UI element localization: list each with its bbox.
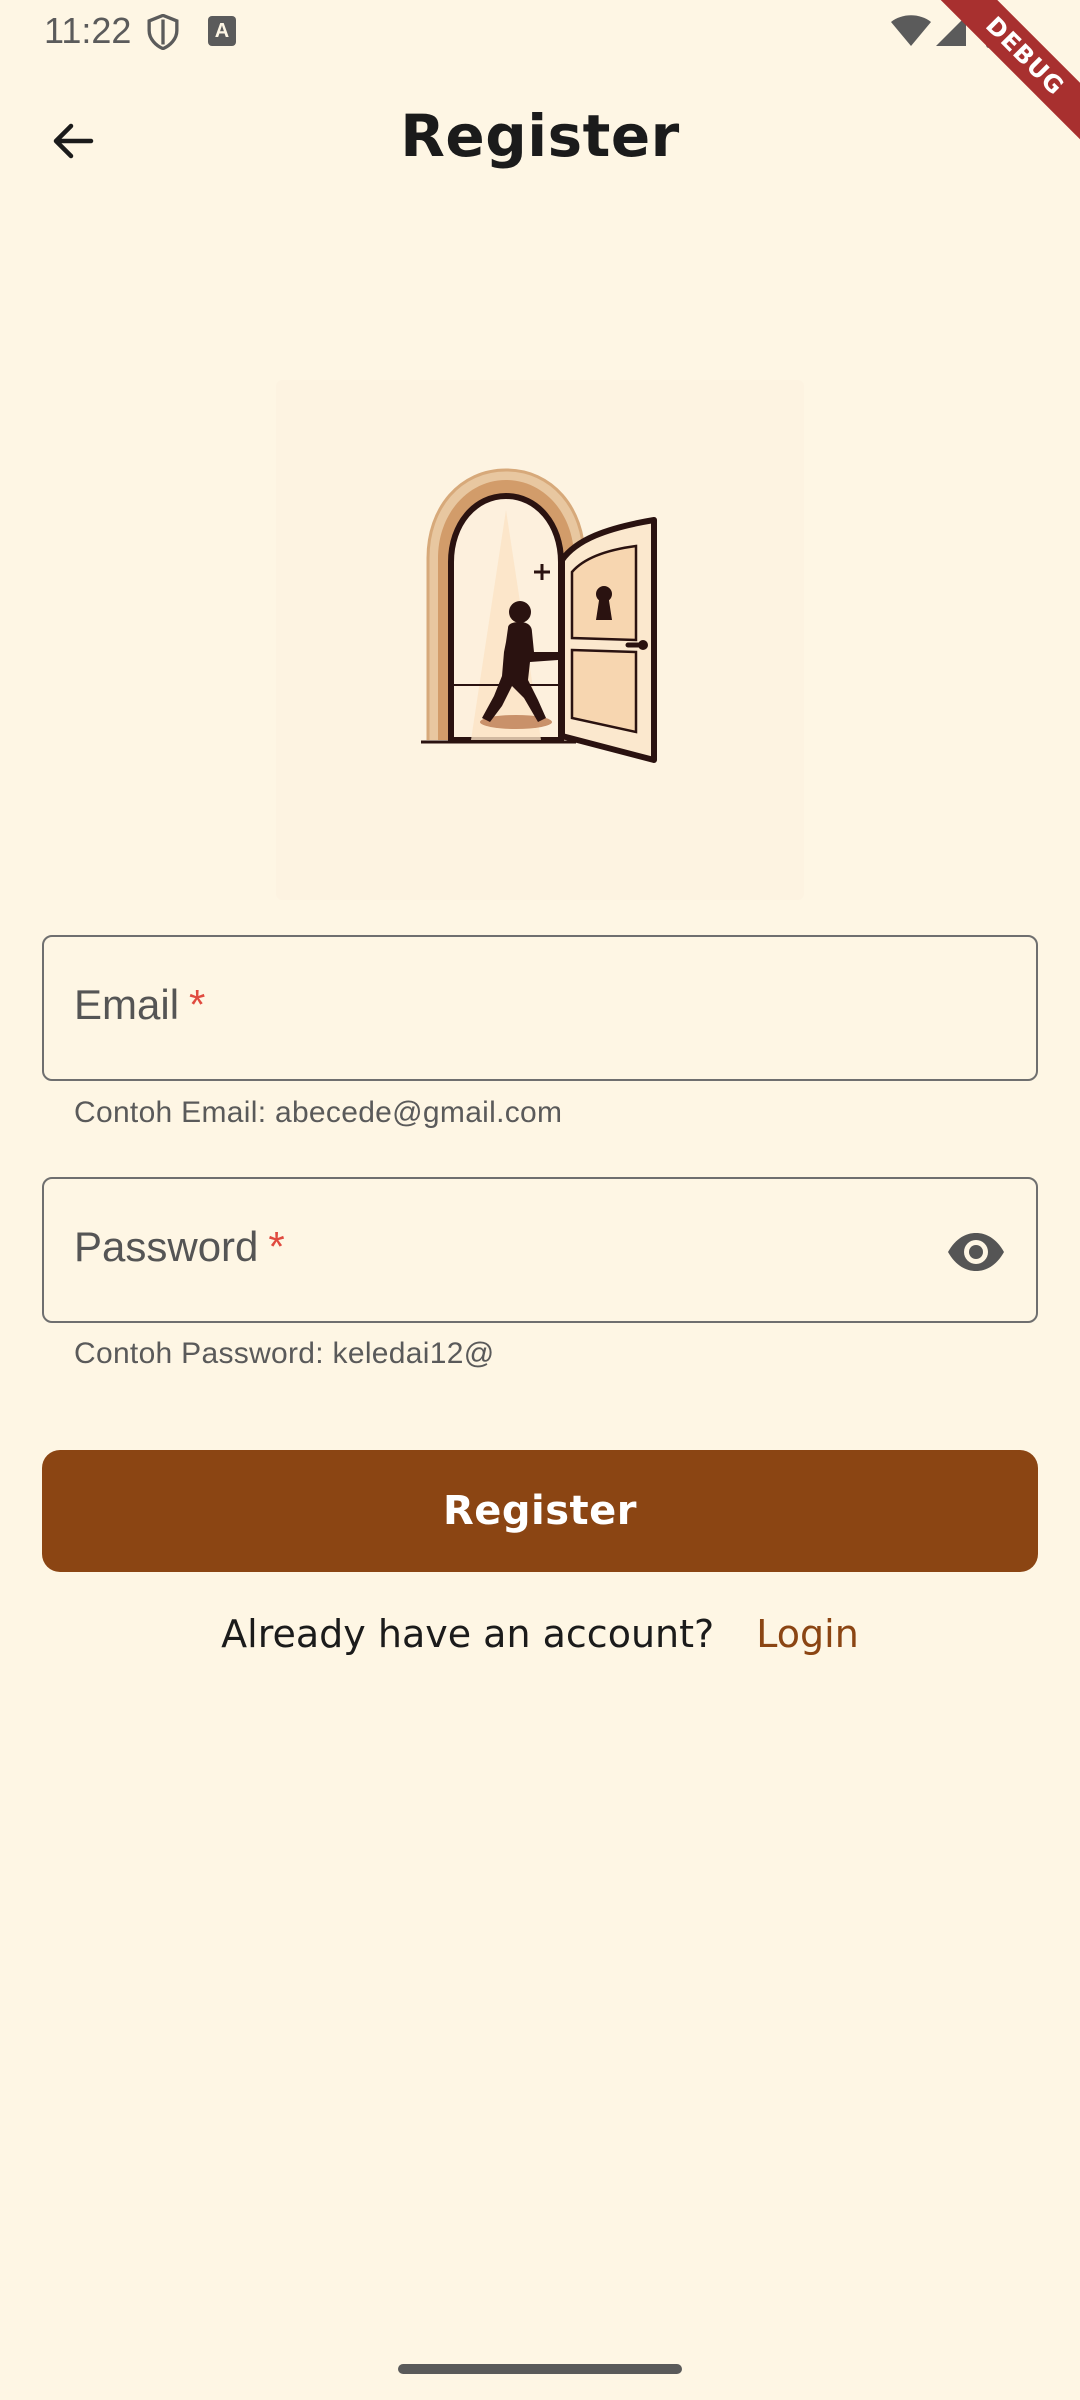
notification-app-icon: A — [208, 16, 236, 46]
app-bar: Register — [0, 80, 1080, 192]
eye-icon[interactable] — [946, 1222, 1006, 1282]
password-helper-text: Contoh Password: keledai12@ — [74, 1337, 495, 1370]
login-row: Already have an account? Login — [0, 1612, 1080, 1656]
home-indicator[interactable] — [398, 2364, 682, 2374]
shield-icon — [147, 14, 179, 50]
page-title: Register — [400, 102, 680, 170]
login-prompt-text: Already have an account? — [221, 1612, 715, 1656]
email-field[interactable]: Email * — [42, 935, 1038, 1081]
status-time: 11:22 — [44, 10, 132, 51]
email-input[interactable] — [44, 937, 1036, 1079]
status-bar: 11:22 A — [0, 0, 1080, 64]
register-screen: 11:22 A DEBUG Register Email * Contoh Em… — [0, 0, 1080, 2400]
door-illustration — [276, 380, 804, 900]
email-helper-text: Contoh Email: abecede@gmail.com — [74, 1096, 563, 1129]
register-button[interactable]: Register — [42, 1450, 1038, 1572]
password-field[interactable]: Password * — [42, 1177, 1038, 1323]
open-door-illustration — [421, 468, 657, 763]
wifi-icon — [891, 15, 931, 46]
password-input[interactable] — [44, 1179, 1036, 1321]
login-link[interactable]: Login — [756, 1612, 859, 1656]
